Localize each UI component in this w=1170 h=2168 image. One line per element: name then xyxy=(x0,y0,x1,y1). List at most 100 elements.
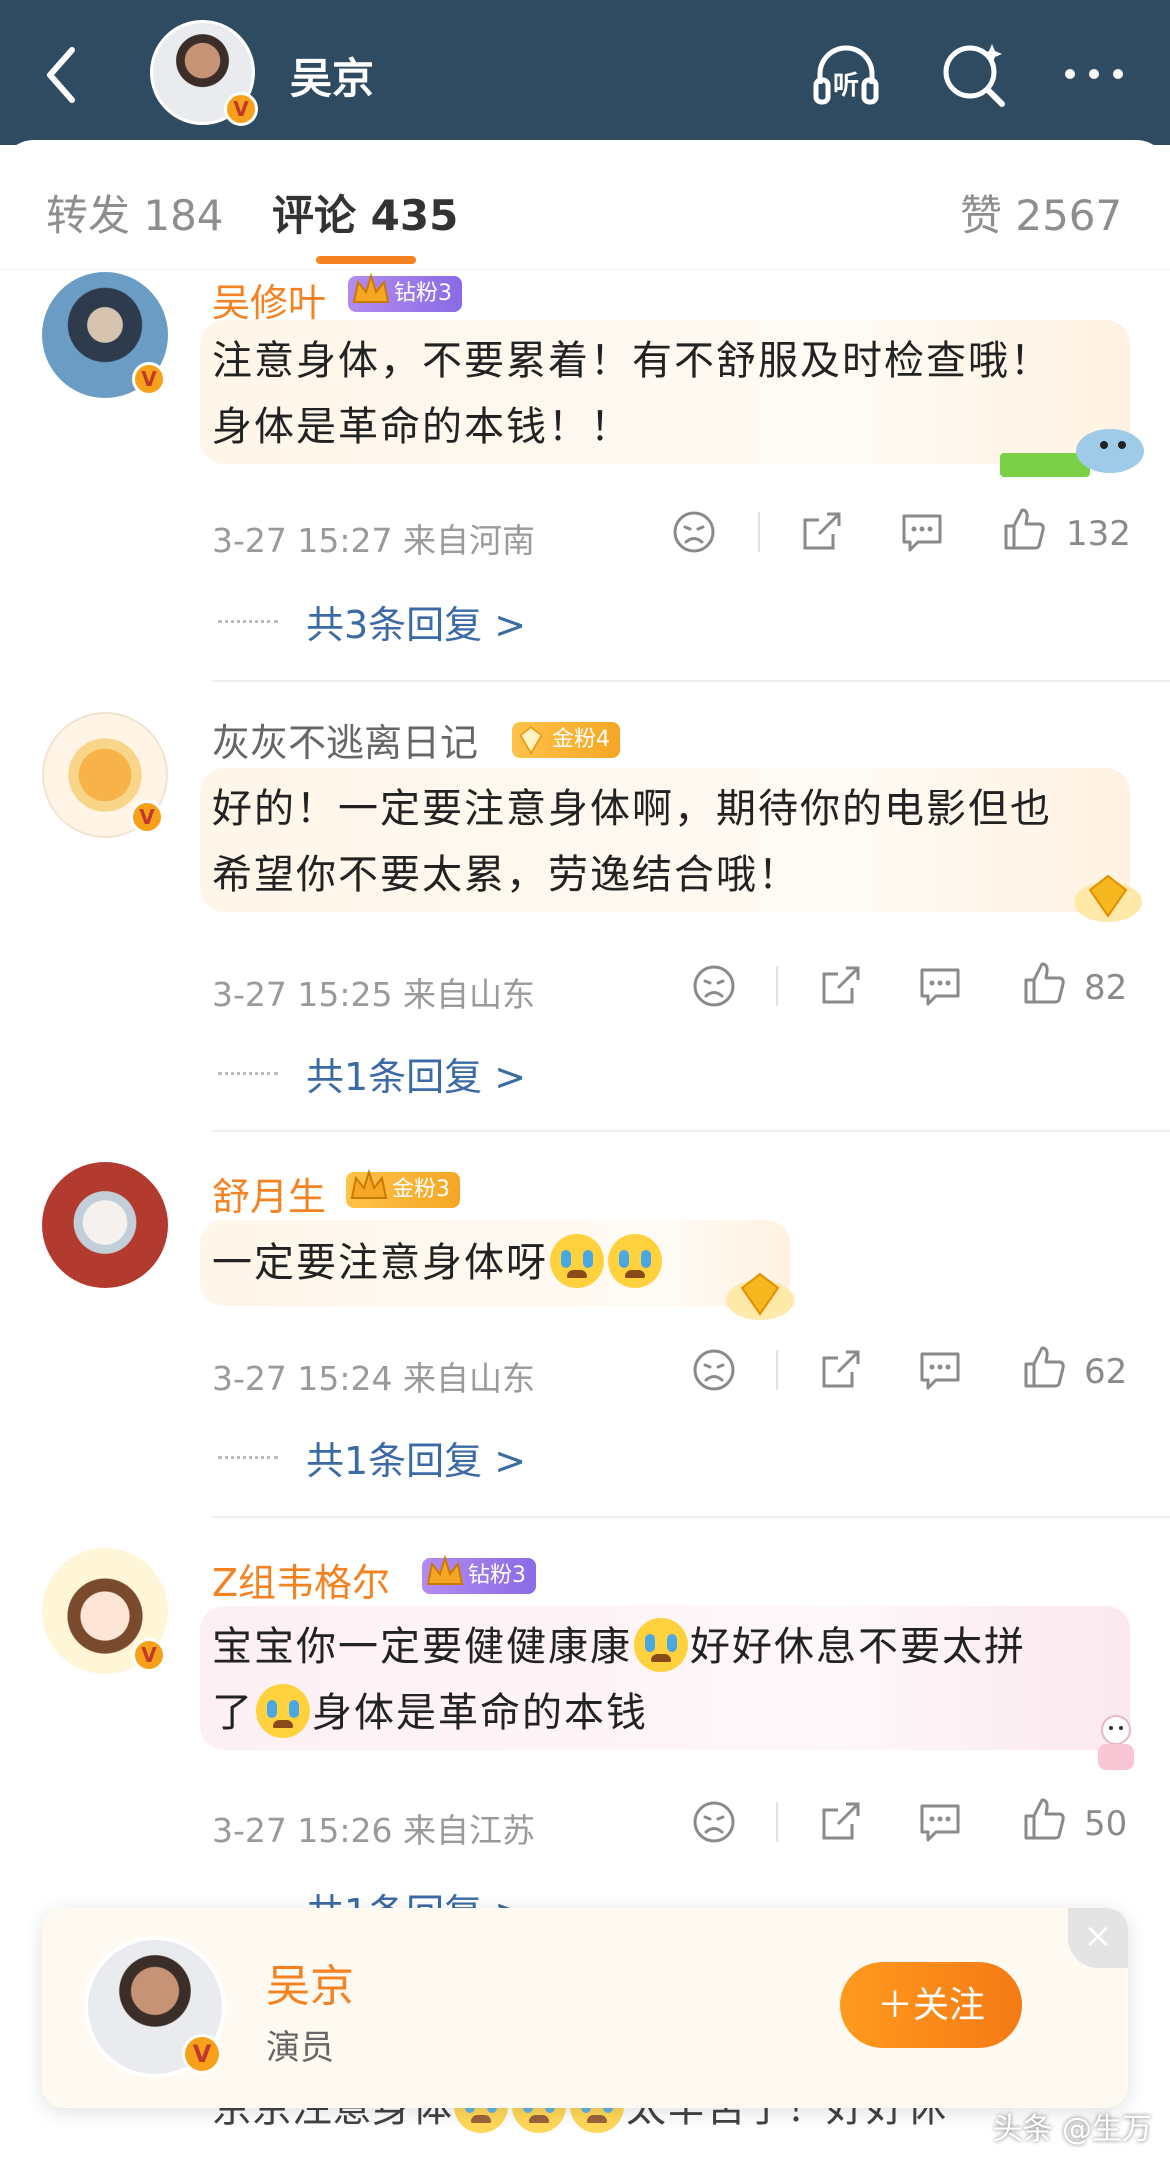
like-button[interactable] xyxy=(1020,1344,1068,1394)
crying-emoji-icon xyxy=(608,1234,662,1288)
verified-badge-icon: V xyxy=(130,800,164,834)
more-button[interactable] xyxy=(1058,38,1130,110)
comment-text: 一定要注意身体呀 xyxy=(212,1230,664,1296)
thumbs-up-icon xyxy=(1004,508,1045,550)
comment-text-line: 好的！一定要注意身体啊，期待你的电影但也 xyxy=(212,786,1052,832)
frown-face-icon xyxy=(693,1349,735,1391)
follow-suggestion-card: V 吴京 演员 ＋关注 × xyxy=(42,1908,1128,2108)
share-button[interactable] xyxy=(816,1346,864,1396)
close-card-button[interactable]: × xyxy=(1068,1908,1128,1968)
search-button[interactable] xyxy=(938,38,1010,110)
card-user-name[interactable]: 吴京 xyxy=(266,1950,354,2014)
share-icon xyxy=(822,966,860,1004)
share-button[interactable] xyxy=(797,508,845,558)
fan-level-badge: 金粉4 xyxy=(512,722,620,758)
crying-emoji-icon xyxy=(634,1618,688,1672)
top-bar: V 吴京 听 xyxy=(0,0,1170,145)
view-replies-link[interactable]: 共3条回复 > xyxy=(306,594,526,649)
dislike-button[interactable] xyxy=(690,1346,738,1396)
like-button[interactable] xyxy=(1020,960,1068,1010)
like-count: 132 xyxy=(1066,514,1131,554)
frown-face-icon xyxy=(693,1801,735,1843)
comment-text-span: 了 xyxy=(212,1690,254,1736)
frown-face-icon xyxy=(673,511,715,553)
view-replies-link[interactable]: 共1条回复 > xyxy=(306,1430,526,1485)
commenter-name[interactable]: Z组韦格尔 xyxy=(212,1552,390,1607)
crown-icon xyxy=(426,1554,464,1585)
action-separator xyxy=(776,1350,778,1390)
fan-level-badge: 金粉3 xyxy=(346,1168,460,1208)
watermark: 头条 @生万 xyxy=(992,2112,1152,2147)
headphones-icon: 听 xyxy=(813,45,879,105)
tab-bar: 转发 184 评论 435 赞 2567 xyxy=(0,140,1170,270)
comment-bubble-icon xyxy=(920,968,960,1006)
share-button[interactable] xyxy=(816,1798,864,1848)
like-button[interactable] xyxy=(1000,506,1048,556)
thumbs-up-icon xyxy=(1024,962,1065,1004)
share-icon xyxy=(822,1350,860,1388)
crown-icon xyxy=(350,1168,388,1199)
commenter-avatar[interactable]: V xyxy=(42,1548,168,1674)
comment-text-line: 身体是革命的本钱！！ xyxy=(212,404,632,450)
like-count: 82 xyxy=(1084,968,1128,1008)
commenter-name[interactable]: 灰灰不逃离日记 xyxy=(212,712,478,767)
active-tab-indicator xyxy=(316,256,416,264)
listen-button[interactable]: 听 xyxy=(810,38,882,110)
verified-badge-icon: V xyxy=(224,92,258,126)
thumbs-up-icon xyxy=(1024,1346,1065,1388)
fan-level-badge: 钻粉3 xyxy=(348,272,462,312)
reply-button[interactable] xyxy=(916,1798,964,1848)
view-replies-link[interactable]: 共1条回复 > xyxy=(306,1046,526,1101)
dislike-button[interactable] xyxy=(670,508,718,558)
commenter-avatar[interactable]: V xyxy=(42,272,168,398)
fan-badge-label: 钻粉3 xyxy=(394,281,452,306)
profile-avatar[interactable]: V xyxy=(150,20,258,126)
action-separator xyxy=(776,966,778,1006)
reply-button[interactable] xyxy=(898,508,946,558)
search-icon xyxy=(943,44,1005,107)
fan-badge-label: 钻粉3 xyxy=(468,1563,526,1588)
comment-text-span: 身体是革命的本钱 xyxy=(312,1690,648,1736)
comment-divider xyxy=(212,1516,1170,1518)
comment-bubble-icon xyxy=(902,514,942,552)
verified-badge-icon: V xyxy=(132,362,166,396)
page-title: 吴京 xyxy=(290,54,375,103)
commenter-name[interactable]: 吴修叶 xyxy=(212,272,326,327)
crown-icon xyxy=(352,272,390,303)
gold-gem-sticker-icon xyxy=(726,1272,794,1320)
comment-timestamp-location: 3-27 15:24 来自山东 xyxy=(212,1359,535,1398)
comment-timestamp-location: 3-27 15:26 来自江苏 xyxy=(212,1811,535,1850)
comment-timestamp-location: 3-27 15:25 来自山东 xyxy=(212,975,535,1014)
reply-button[interactable] xyxy=(916,962,964,1012)
commenter-avatar[interactable]: V xyxy=(42,712,168,838)
share-icon xyxy=(822,1802,860,1840)
shark-sticker-icon xyxy=(1000,429,1144,477)
crying-emoji-icon xyxy=(256,1684,310,1738)
fan-badge-label: 金粉4 xyxy=(552,727,610,752)
card-avatar[interactable]: V xyxy=(84,1936,226,2078)
tab-likes[interactable]: 赞 2567 xyxy=(960,182,1122,243)
comment-text-line: 宝宝你一定要健健康康 好好休息不要太拼 xyxy=(212,1614,1026,1680)
commenter-avatar[interactable] xyxy=(42,1162,168,1288)
like-count: 50 xyxy=(1084,1804,1128,1844)
dislike-button[interactable] xyxy=(690,962,738,1012)
reply-button[interactable] xyxy=(916,1346,964,1396)
gem-icon xyxy=(519,726,543,755)
action-separator xyxy=(776,1802,778,1842)
verified-badge-icon: V xyxy=(182,2034,222,2074)
like-button[interactable] xyxy=(1020,1796,1068,1846)
action-separator xyxy=(758,512,760,552)
fan-badge-label: 金粉3 xyxy=(392,1177,450,1202)
follow-button[interactable]: ＋关注 xyxy=(840,1962,1022,2048)
cat-sticker-icon xyxy=(1098,1715,1134,1770)
commenter-name[interactable]: 舒月生 xyxy=(212,1166,326,1221)
thumbs-up-icon xyxy=(1024,1798,1065,1840)
dislike-button[interactable] xyxy=(690,1798,738,1848)
tab-reposts[interactable]: 转发 184 xyxy=(46,182,224,243)
comment-text-line: 注意身体，不要累着！有不舒服及时检查哦！ xyxy=(212,338,1052,384)
like-count: 62 xyxy=(1084,1352,1128,1392)
back-button[interactable] xyxy=(28,30,98,120)
tab-comments[interactable]: 评论 435 xyxy=(272,182,458,243)
share-button[interactable] xyxy=(816,962,864,1012)
dotted-leader xyxy=(218,620,278,626)
